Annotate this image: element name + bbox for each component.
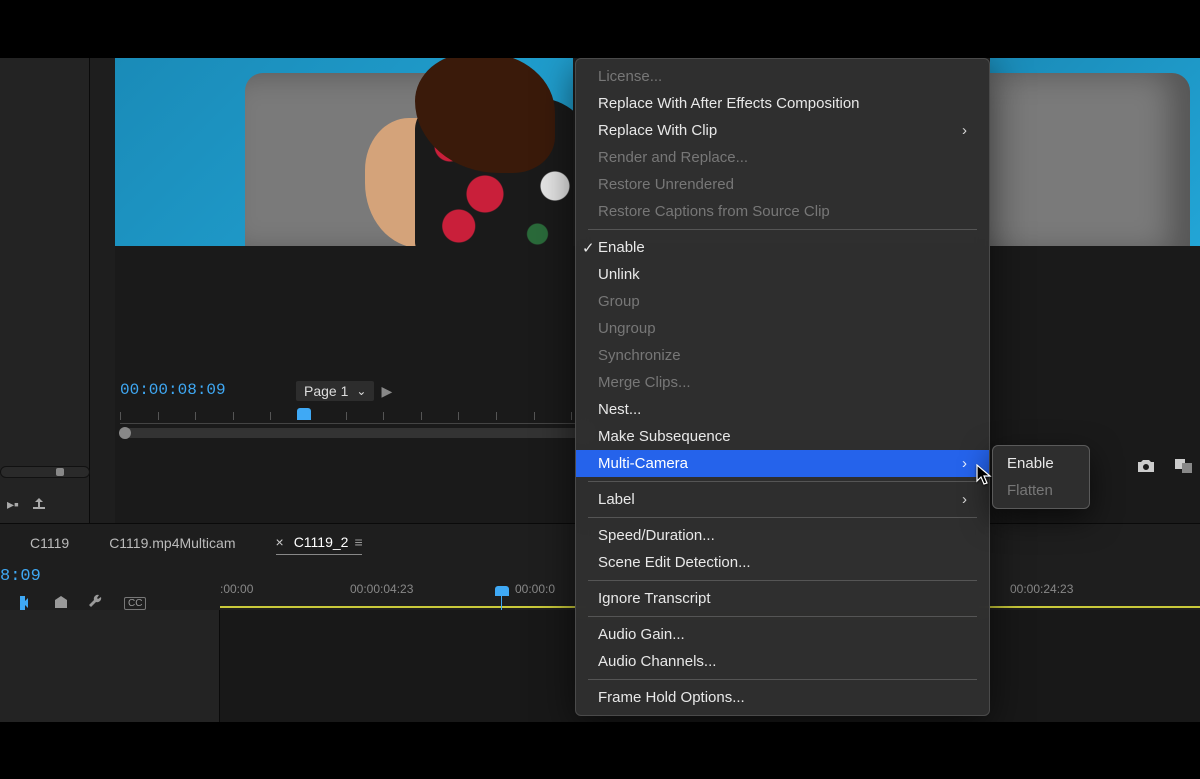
page-dropdown[interactable]: Page 1 ⌄	[295, 380, 375, 402]
ctx-speed-duration[interactable]: Speed/Duration...	[576, 522, 989, 549]
ctx-nest[interactable]: Nest...	[576, 396, 989, 423]
ctx-replace-clip[interactable]: Replace With Clip›	[576, 117, 989, 144]
sub-flatten[interactable]: Flatten	[993, 477, 1089, 504]
ctx-replace-ae[interactable]: Replace With After Effects Composition	[576, 90, 989, 117]
ctx-scene-edit[interactable]: Scene Edit Detection...	[576, 549, 989, 576]
video-preview-right	[990, 58, 1200, 246]
ctx-merge-clips[interactable]: Merge Clips...	[576, 369, 989, 396]
separator	[588, 616, 977, 617]
ctx-unlink[interactable]: Unlink	[576, 261, 989, 288]
source-scrub-marker[interactable]	[56, 468, 64, 476]
page-dropdown-label: Page 1	[304, 383, 348, 399]
track-headers[interactable]	[0, 610, 220, 722]
video-preview-left	[115, 58, 573, 246]
multicamera-submenu: Enable Flatten	[992, 445, 1090, 509]
ctx-render-replace[interactable]: Render and Replace...	[576, 144, 989, 171]
timeline-playhead[interactable]	[495, 586, 509, 596]
source-scrub-track[interactable]	[0, 466, 90, 478]
timeline-tab-2[interactable]: × C1119_2 ≡	[276, 530, 362, 555]
ctx-label[interactable]: Label›	[576, 486, 989, 513]
ctx-synchronize[interactable]: Synchronize	[576, 342, 989, 369]
compare-frames-icon[interactable]	[1174, 458, 1194, 477]
ctx-restore-unrendered[interactable]: Restore Unrendered	[576, 171, 989, 198]
chevron-down-icon: ⌄	[356, 384, 366, 398]
ctx-enable[interactable]: ✓Enable	[576, 234, 989, 261]
timeline-tab-0[interactable]: C1119	[30, 530, 69, 555]
clip-context-menu: License... Replace With After Effects Co…	[575, 58, 990, 716]
play-forward-icon[interactable]: ▶	[381, 383, 392, 400]
ctx-multicamera[interactable]: Multi-Camera›	[576, 450, 989, 477]
cc-icon[interactable]: CC	[124, 597, 146, 610]
ctx-ungroup[interactable]: Ungroup	[576, 315, 989, 342]
chevron-right-icon: ›	[962, 122, 967, 139]
camera-icon[interactable]	[1136, 458, 1156, 477]
separator	[588, 679, 977, 680]
separator	[588, 580, 977, 581]
program-zoom-bar[interactable]	[120, 428, 590, 438]
tab-menu-icon[interactable]: ≡	[354, 534, 361, 550]
ctx-ignore-transcript[interactable]: Ignore Transcript	[576, 585, 989, 612]
ctx-audio-channels[interactable]: Audio Channels...	[576, 648, 989, 675]
timeline-timecode[interactable]: 8:09	[0, 567, 41, 586]
play-insert-icon[interactable]: ▸▪	[4, 495, 22, 513]
sub-enable[interactable]: Enable	[993, 450, 1089, 477]
export-icon[interactable]	[30, 495, 48, 513]
program-scrub-track[interactable]	[120, 410, 590, 440]
program-zoom-knob[interactable]	[119, 427, 131, 439]
ctx-frame-hold[interactable]: Frame Hold Options...	[576, 684, 989, 711]
program-playhead[interactable]	[297, 408, 311, 420]
timeline-tabs: C1119 C1119.mp4Multicam × C1119_2 ≡	[30, 530, 362, 555]
timeline-tab-1[interactable]: C1119.mp4Multicam	[109, 530, 235, 555]
ctx-make-subsequence[interactable]: Make Subsequence	[576, 423, 989, 450]
program-timecode[interactable]: 00:00:08:09	[120, 381, 226, 399]
chevron-right-icon: ›	[962, 455, 967, 472]
separator	[588, 517, 977, 518]
ctx-license[interactable]: License...	[576, 63, 989, 90]
separator	[588, 481, 977, 482]
check-icon: ✓	[582, 239, 595, 257]
close-icon[interactable]: ×	[276, 534, 284, 550]
ctx-audio-gain[interactable]: Audio Gain...	[576, 621, 989, 648]
ctx-group[interactable]: Group	[576, 288, 989, 315]
chevron-right-icon: ›	[962, 491, 967, 508]
ctx-restore-captions[interactable]: Restore Captions from Source Clip	[576, 198, 989, 225]
separator	[588, 229, 977, 230]
